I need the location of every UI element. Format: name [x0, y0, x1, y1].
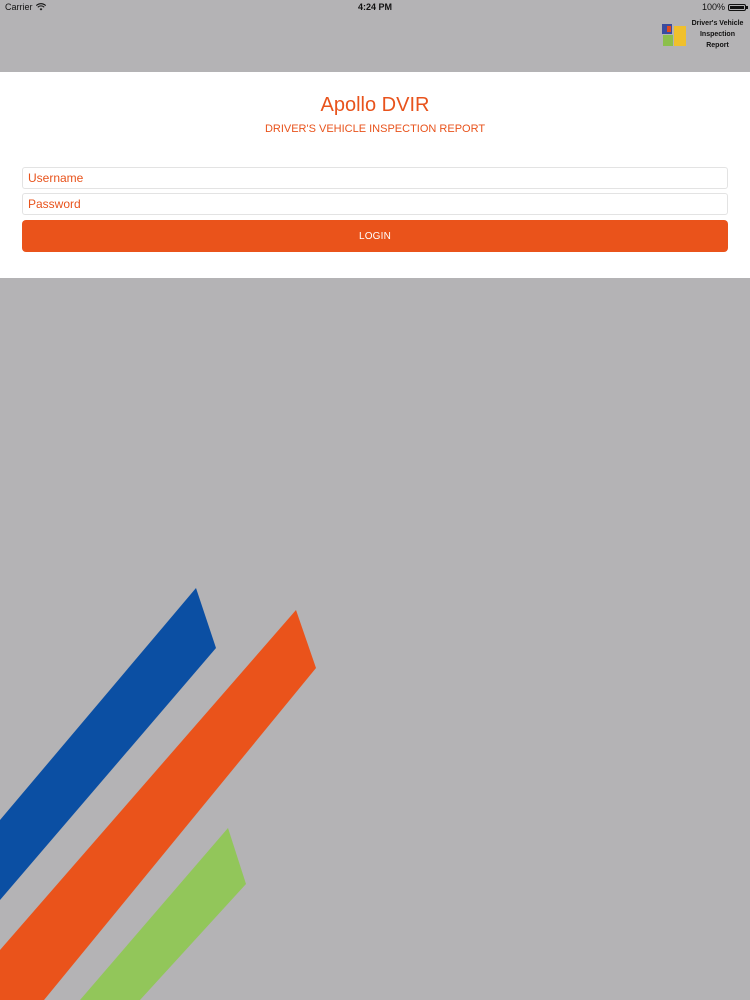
battery-icon	[728, 3, 748, 11]
battery-group: 100%	[701, 2, 748, 12]
password-input[interactable]	[22, 193, 728, 215]
brand-logo: Driver's Vehicle Inspection Report	[662, 18, 745, 51]
clock: 4:24 PM	[357, 2, 392, 12]
username-input[interactable]	[22, 167, 728, 189]
app-title: Apollo DVIR	[320, 94, 430, 116]
brand-text: Driver's Vehicle Inspection Report	[690, 18, 745, 51]
brand-line-2: Inspection Report	[699, 31, 735, 49]
login-button[interactable]: LOGIN	[22, 220, 728, 252]
app-subtitle: DRIVER'S VEHICLE INSPECTION REPORT	[264, 123, 486, 135]
brand-line-1: Driver's Vehicle	[691, 20, 744, 27]
login-panel: Apollo DVIR DRIVER'S VEHICLE INSPECTION …	[0, 72, 750, 278]
battery-percent: 100%	[701, 2, 725, 12]
decorative-stripes	[0, 588, 316, 1000]
status-bar: Carrier 4:24 PM 100%	[0, 0, 750, 14]
logo-icon	[662, 23, 686, 46]
